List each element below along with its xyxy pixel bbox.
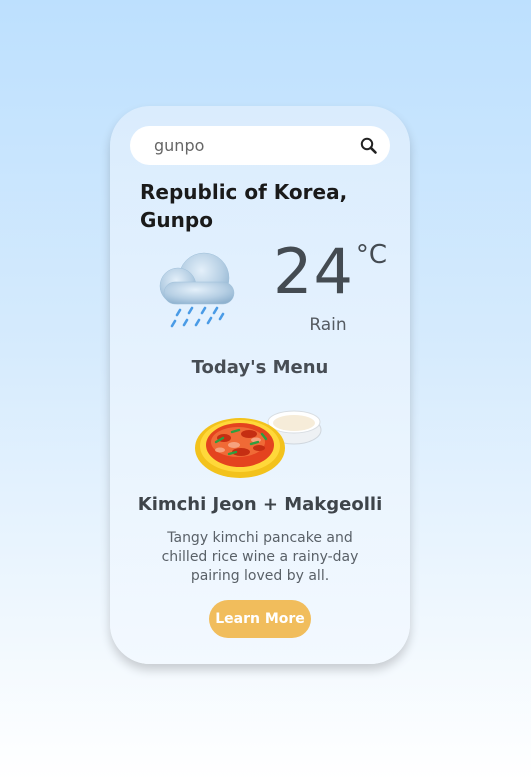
learn-more-button[interactable]: Learn More [209, 600, 311, 638]
search-input[interactable] [154, 126, 344, 165]
search-icon[interactable] [358, 135, 380, 157]
weather-card: Republic of Korea, Gunpo [110, 106, 410, 664]
temperature-value: 24 [273, 235, 354, 308]
menu-heading: Today's Menu [191, 357, 329, 378]
weather-condition: Rain [309, 315, 347, 335]
search-bar [130, 126, 390, 165]
dish-name: Kimchi Jeon + Makgeolli [137, 494, 383, 515]
location-name: Republic of Korea, Gunpo [140, 180, 348, 232]
temperature: 24°C [273, 234, 387, 310]
kimchi-pancake-icon [194, 402, 326, 480]
temperature-unit: °C [355, 240, 388, 270]
rain-cloud-icon [152, 248, 246, 334]
dish-description: Tangy kimchi pancake and chilled rice wi… [161, 530, 359, 584]
